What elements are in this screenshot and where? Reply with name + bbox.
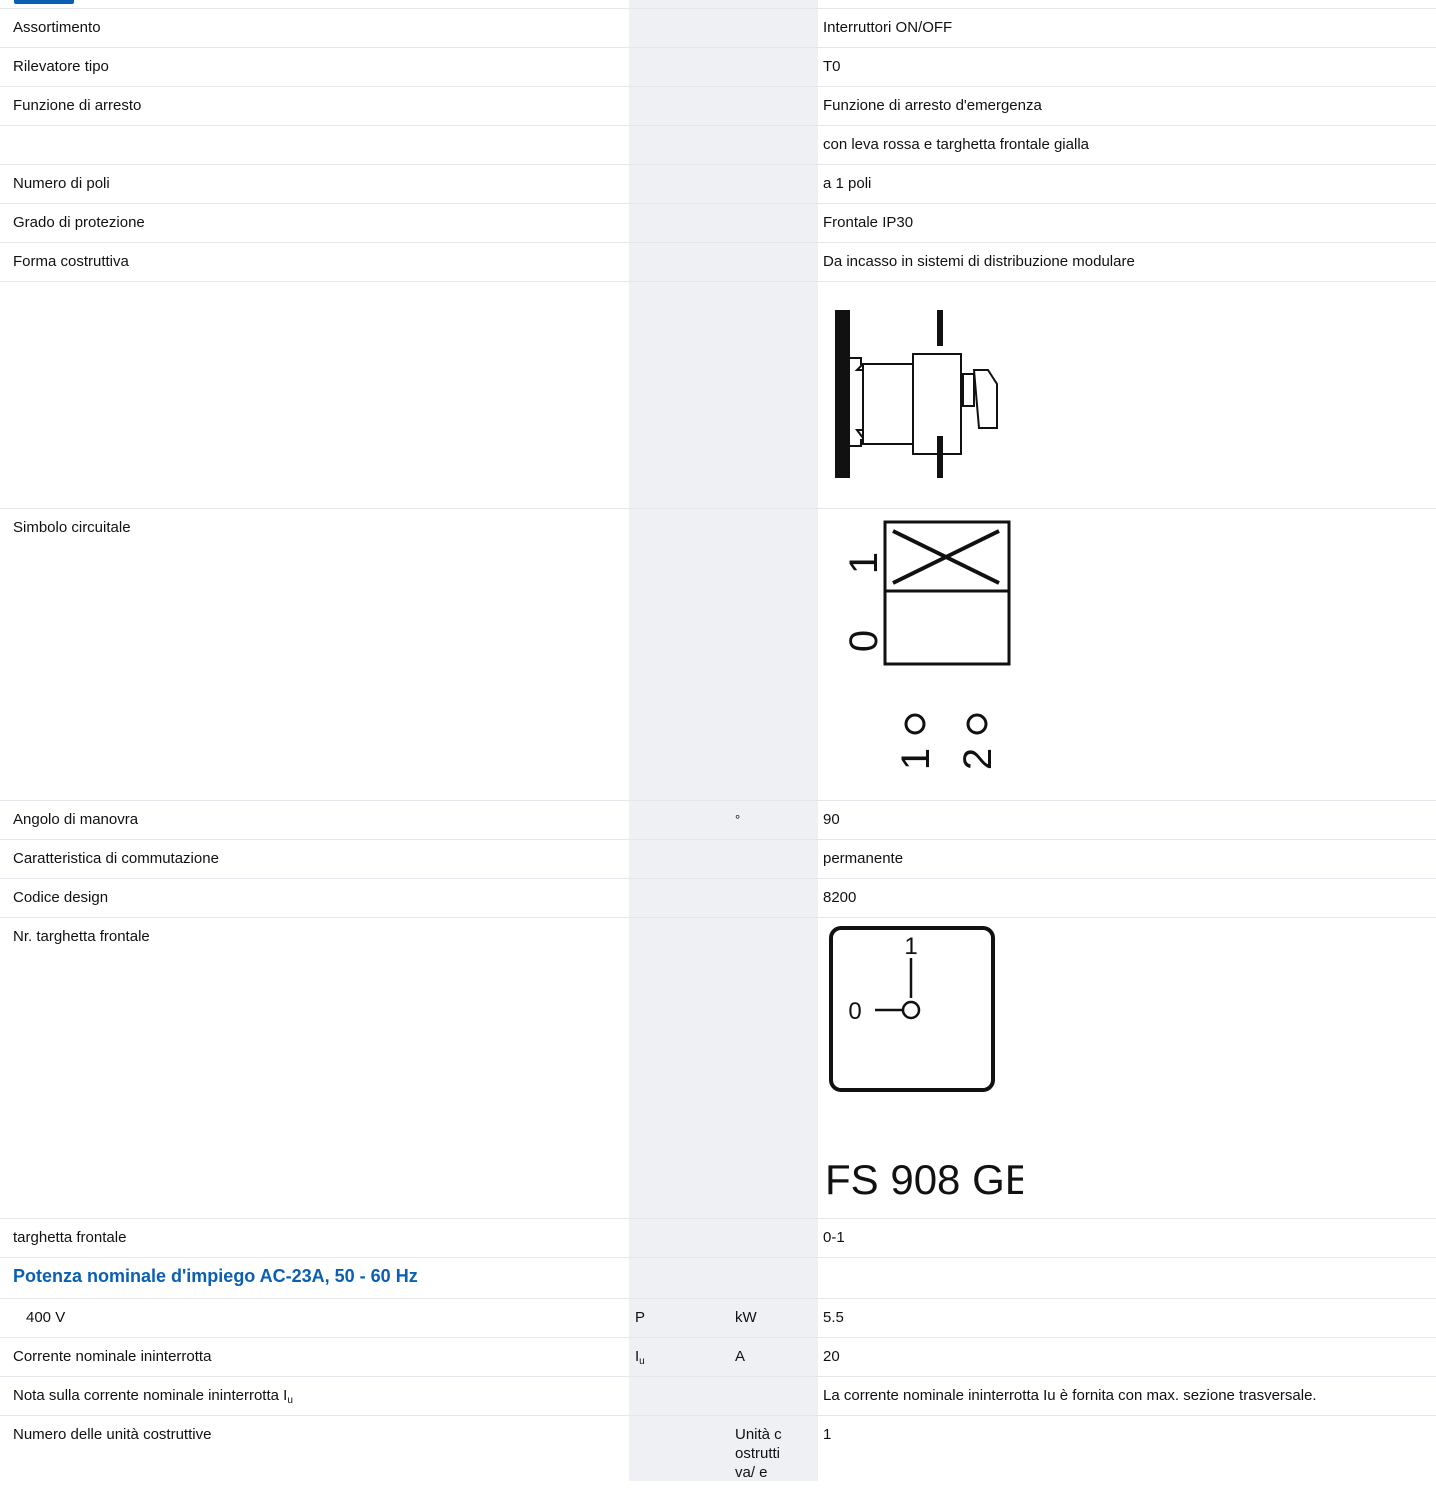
spec-row: Funzione di arresto Funzione di arresto … [0, 87, 1436, 126]
spec-value: permanente [818, 840, 1436, 879]
switch-position-off: 0 [842, 630, 886, 652]
spec-label: Funzione di arresto [0, 87, 629, 126]
spec-label: Nr. targhetta frontale [0, 918, 629, 1219]
spec-label: targhetta frontale [0, 1219, 629, 1258]
spec-symbol: P [629, 1299, 733, 1338]
spec-row: Rilevatore tipo T0 [0, 48, 1436, 87]
spec-value: Frontale IP30 [818, 204, 1436, 243]
spec-value: Interruttori ON/OFF [818, 9, 1436, 48]
spec-unit: ° [733, 801, 818, 840]
section-header-row: Potenza nominale d'impiego AC-23A, 50 - … [0, 1258, 1436, 1299]
front-plate-position-on: 1 [904, 933, 917, 960]
spec-value: T0 [818, 48, 1436, 87]
spec-row: Corrente nominale ininterrotta Iu A 20 [0, 1338, 1436, 1377]
spec-symbol: Iu [629, 1338, 733, 1377]
spec-label [0, 126, 629, 165]
spec-label: Codice design [0, 879, 629, 918]
spec-value: La corrente nominale ininterrotta Iu è f… [818, 1377, 1436, 1416]
spec-label: Rilevatore tipo [0, 48, 629, 87]
spec-value: 8200 [818, 879, 1436, 918]
spec-row: Grado di protezione Frontale IP30 [0, 204, 1436, 243]
circuit-symbol-row: Simbolo circuitale 0 1 1 2 [0, 509, 1436, 801]
section-title: Potenza nominale d'impiego AC-23A, 50 - … [13, 1266, 418, 1286]
spec-unit: A [733, 1338, 818, 1377]
spec-row: Assortimento Interruttori ON/OFF [0, 9, 1436, 48]
spec-value: Da incasso in sistemi di distribuzione m… [818, 243, 1436, 282]
spec-label: Caratteristica di commutazione [0, 840, 629, 879]
datasheet: Assortimento Interruttori ON/OFF Rilevat… [0, 0, 1436, 1481]
spec-row: Numero di poli a 1 poli [0, 165, 1436, 204]
spec-label: Corrente nominale ininterrotta [0, 1338, 629, 1377]
front-plate-code: FS 908 GE [825, 1156, 1023, 1203]
switch-position-on: 1 [842, 552, 886, 574]
spec-label: Nota sulla corrente nominale ininterrott… [0, 1377, 629, 1416]
front-plate-position-off: 0 [848, 998, 861, 1025]
spec-row: targhetta frontale 0-1 [0, 1219, 1436, 1258]
circuit-symbol-icon: 0 1 1 2 [823, 519, 1023, 779]
spec-row: Caratteristica di commutazione permanent… [0, 840, 1436, 879]
spec-value: 0-1 [818, 1219, 1436, 1258]
mounting-drawing-icon [823, 300, 1013, 490]
spec-value: 90 [818, 801, 1436, 840]
contact-number: 2 [956, 748, 1000, 770]
spec-row: Nota sulla corrente nominale ininterrott… [0, 1377, 1436, 1416]
spec-label: 400 V [0, 1299, 629, 1338]
front-plate-row: Nr. targhetta frontale 1 0 FS 908 GE [0, 918, 1436, 1219]
front-plate-icon: 1 0 FS 908 GE [823, 926, 1023, 1206]
spec-row: Forma costruttiva Da incasso in sistemi … [0, 243, 1436, 282]
spec-value: a 1 poli [818, 165, 1436, 204]
spec-row: 400 V P kW 5.5 [0, 1299, 1436, 1338]
spec-label: Assortimento [0, 9, 629, 48]
spec-label: Grado di protezione [0, 204, 629, 243]
spec-row: Codice design 8200 [0, 879, 1436, 918]
spec-unit: kW [733, 1299, 818, 1338]
spec-unit [733, 840, 818, 879]
spec-value: 20 [818, 1338, 1436, 1377]
spec-label: Angolo di manovra [0, 801, 629, 840]
spec-value: Funzione di arresto d'emergenza [818, 87, 1436, 126]
spec-label: Numero di poli [0, 165, 629, 204]
top-heading-remnant [0, 0, 1436, 8]
spec-row: Angolo di manovra ° 90 [0, 801, 1436, 840]
spec-label: Forma costruttiva [0, 243, 629, 282]
spec-label: Simbolo circuitale [0, 509, 629, 801]
mounting-drawing-row [0, 282, 1436, 509]
contact-number: 1 [894, 748, 938, 770]
spec-table: Assortimento Interruttori ON/OFF Rilevat… [0, 8, 1436, 1492]
spec-row: con leva rossa e targhetta frontale gial… [0, 126, 1436, 165]
spec-unit: Unità costruttiva/ e [735, 1425, 785, 1482]
spec-value: con leva rossa e targhetta frontale gial… [818, 126, 1436, 165]
spec-unit [733, 879, 818, 918]
spec-value: 5.5 [818, 1299, 1436, 1338]
